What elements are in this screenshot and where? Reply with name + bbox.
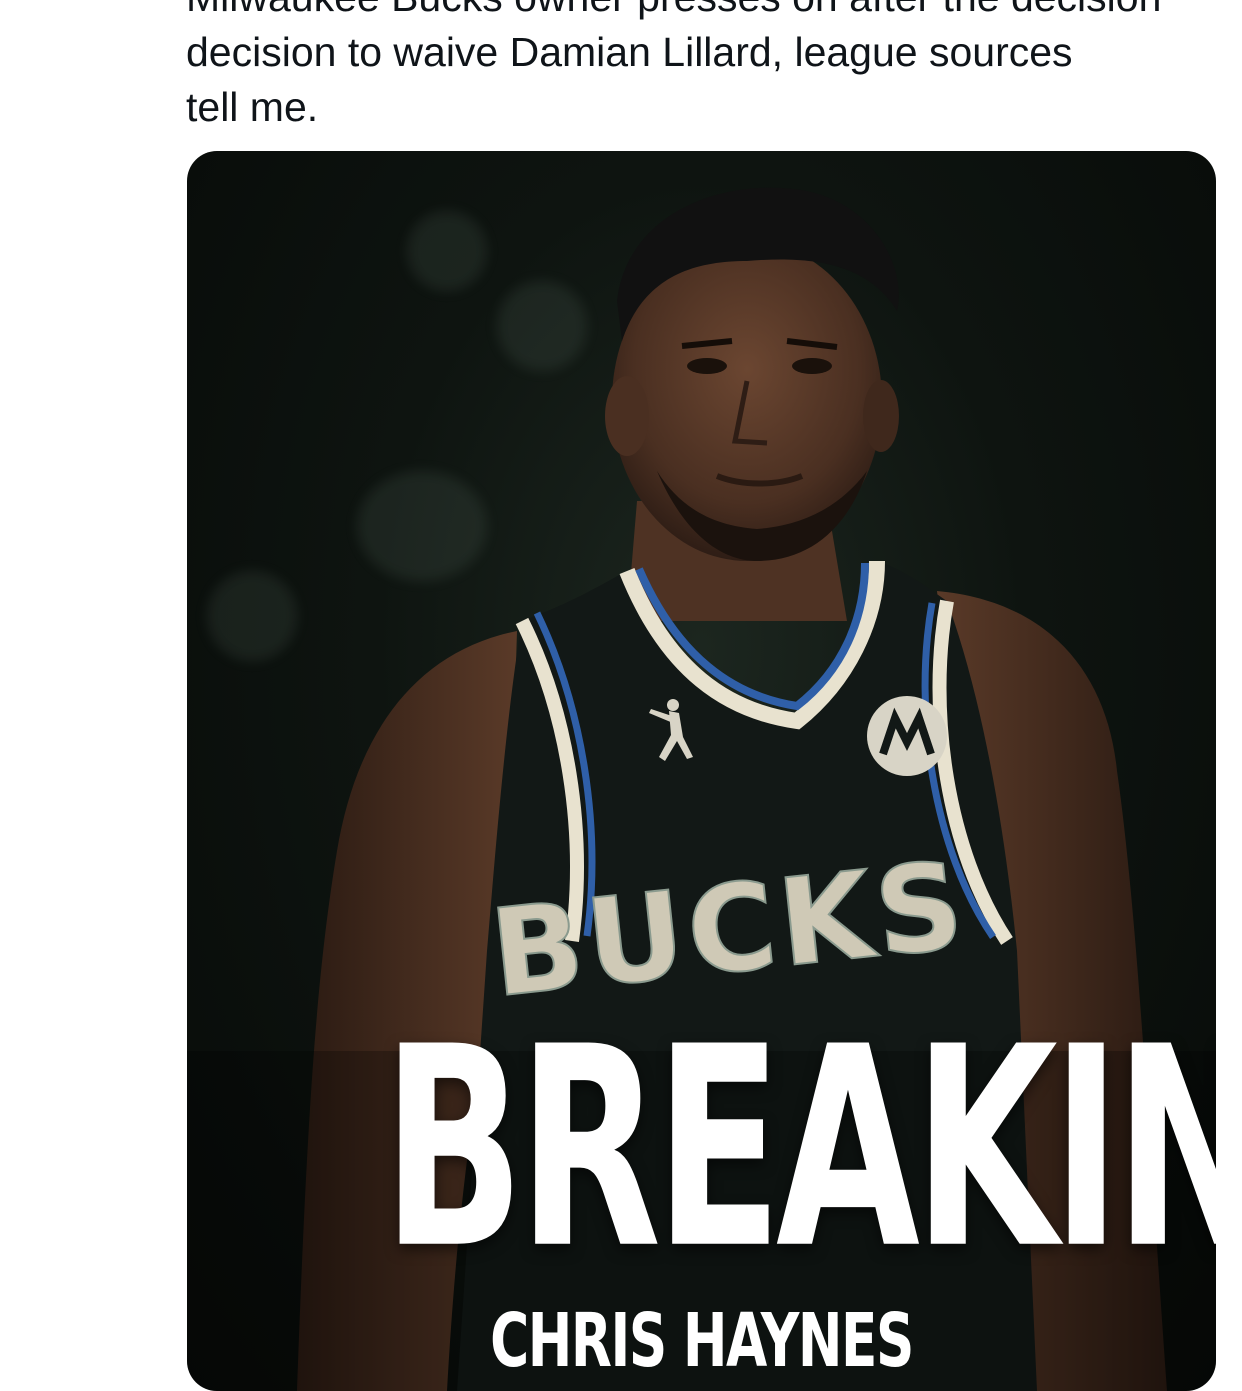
tweet-text-line: tell me. [186,84,319,130]
tweet-media-image[interactable]: BUCKS BREAKING CHRIS HAYNES [187,151,1216,1391]
breaking-headline: BREAKING [382,988,1216,1310]
tweet-text: Milwaukee Bucks owner presses on after t… [186,0,1206,135]
ear-left [605,376,649,456]
reporter-byline: CHRIS HAYNES [490,1298,914,1384]
tweet-text-line: Milwaukee Bucks owner presses on after t… [186,0,1206,25]
tweet-text-line: decision to waive Damian Lillard, league… [186,29,1073,75]
sponsor-patch-icon [867,696,947,776]
ear-right [863,380,899,452]
